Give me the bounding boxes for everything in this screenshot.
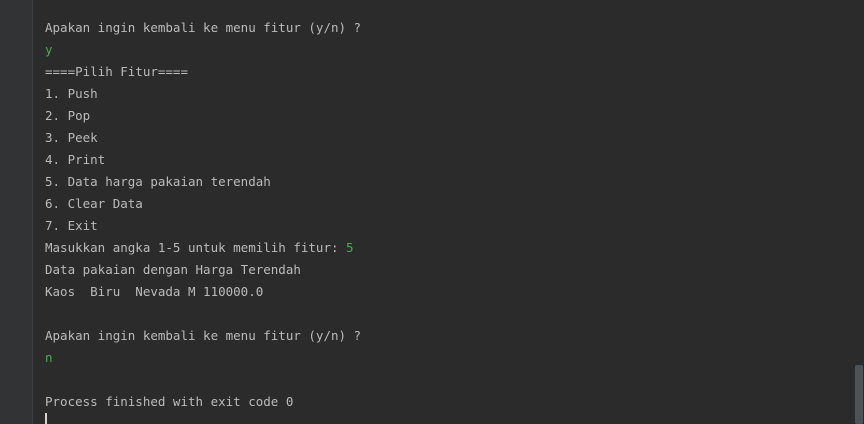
scrollbar-thumb[interactable] [855, 365, 863, 424]
user-input-n: n [45, 350, 53, 365]
menu-item-pop: 2. Pop [45, 108, 91, 123]
user-input-y: y [45, 42, 53, 57]
prompt-back-line: Apakan ingin kembali ke menu fitur (y/n)… [45, 20, 362, 35]
menu-item-lowest-price: 5. Data harga pakaian terendah [45, 174, 271, 189]
menu-header: ====Pilih Fitur==== [45, 64, 188, 79]
result-row: Kaos Biru Nevada M 110000.0 [45, 284, 264, 299]
prompt-back-line-2: Apakan ingin kembali ke menu fitur (y/n)… [45, 328, 362, 343]
menu-item-peek: 3. Peek [45, 130, 98, 145]
exit-message: Process finished with exit code 0 [45, 394, 294, 409]
menu-item-print: 4. Print [45, 152, 106, 167]
choose-feature-line: Masukkan angka 1-5 untuk memilih fitur: … [45, 237, 844, 259]
result-header: Data pakaian dengan Harga Terendah [45, 262, 301, 277]
menu-item-push: 1. Push [45, 86, 98, 101]
vertical-scrollbar[interactable] [854, 0, 864, 424]
run-console-window: Apakan ingin kembali ke menu fitur (y/n)… [0, 0, 864, 424]
user-input-choice: 5 [346, 240, 354, 255]
console-output[interactable]: Apakan ingin kembali ke menu fitur (y/n)… [45, 17, 844, 413]
console-gutter [0, 0, 33, 424]
menu-item-exit: 7. Exit [45, 218, 98, 233]
menu-item-clear-data: 6. Clear Data [45, 196, 143, 211]
choose-prompt: Masukkan angka 1-5 untuk memilih fitur: [45, 240, 347, 255]
text-caret [45, 413, 47, 424]
